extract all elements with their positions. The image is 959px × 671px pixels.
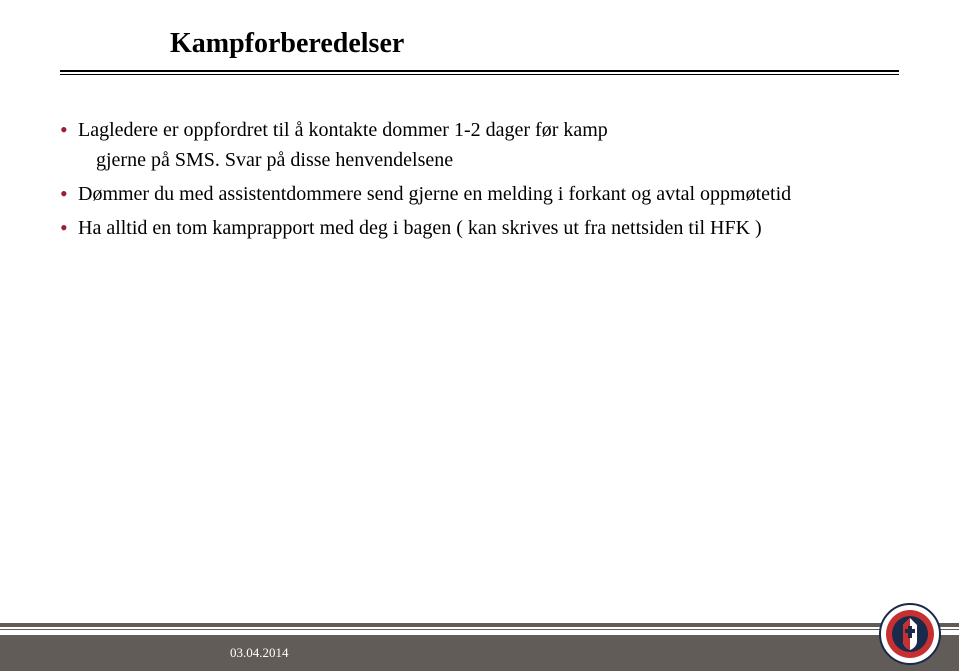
bullet-text: Dømmer du med assistentdommere send gjer…: [78, 183, 791, 205]
divider-thick: [60, 70, 899, 72]
list-item: Dømmer du med assistentdommere send gjer…: [60, 179, 899, 209]
slide: Kampforberedelser Lagledere er oppfordre…: [0, 0, 959, 671]
list-item: Ha alltid en tom kamprapport med deg i b…: [60, 213, 899, 243]
content-area: Lagledere er oppfordret til å kontakte d…: [0, 75, 959, 243]
bullet-list: Lagledere er oppfordret til å kontakte d…: [60, 115, 899, 243]
footer: 03.04.2014: [0, 623, 959, 671]
logo-badge-icon: [879, 603, 941, 665]
footer-divider-thin: [0, 629, 959, 630]
footer-divider-thick: [0, 623, 959, 627]
header: Kampforberedelser: [0, 0, 959, 70]
footer-date: 03.04.2014: [230, 645, 289, 661]
footer-bar: [0, 635, 959, 671]
page-title: Kampforberedelser: [170, 28, 899, 60]
bullet-text: Ha alltid en tom kamprapport med deg i b…: [78, 217, 762, 239]
bullet-subtext: gjerne på SMS. Svar på disse henvendelse…: [78, 145, 899, 175]
list-item: Lagledere er oppfordret til å kontakte d…: [60, 115, 899, 175]
bullet-text: Lagledere er oppfordret til å kontakte d…: [78, 119, 608, 141]
